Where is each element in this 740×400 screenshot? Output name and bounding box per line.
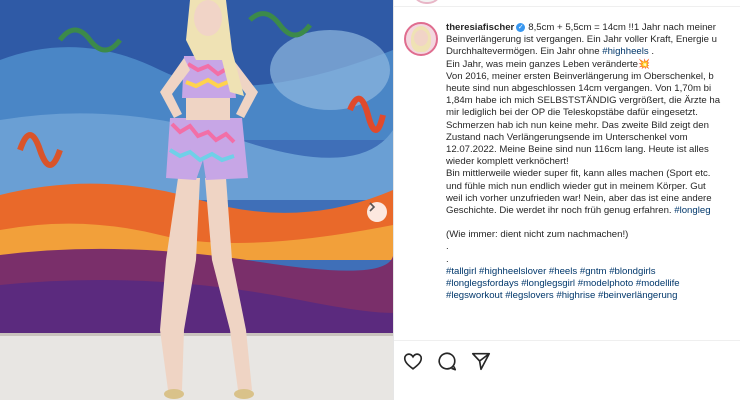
hashtag-link[interactable]: #longlegsfordays #longlegsgirl #modelpho… (446, 278, 680, 289)
caption-line: Von 2016, meiner ersten Beinverlängerung… (446, 70, 714, 82)
caption-line: weil ich vorher unzufrieden war! Nein, a… (446, 192, 712, 204)
username-link[interactable]: theresiafischer (446, 22, 514, 33)
photo-illustration (0, 0, 393, 400)
hashtag-link[interactable]: #longleg (674, 205, 710, 216)
caption-line: Beinverlängerung ist vergangen. Ein Jahr… (446, 34, 717, 46)
caption-line: Schmerzen hab ich nun keine mehr. Das zw… (446, 119, 709, 131)
caption-line: wieder komplett verknöchert! (446, 156, 569, 168)
caption-line: mir lediglich bei der OP die Teleskopstä… (446, 107, 698, 119)
divider (394, 340, 740, 341)
caption-row: theresiafischer ✓ 8,5cm + 5,5cm = 14cm !!1… (404, 22, 740, 302)
post-photo[interactable] (0, 0, 393, 400)
carousel-next-button[interactable] (367, 202, 387, 222)
hashtag-link[interactable]: #highheels (602, 46, 648, 57)
caption-line: theresiafischer ✓ 8,5cm + 5,5cm = 14cm !!1… (446, 22, 716, 33)
caption-line: Zustand nach Verlängerungsende im Unters… (446, 131, 688, 143)
caption-line: Geschichte. Die werdet ihr noch früh gen… (446, 205, 711, 217)
caption-line: und fühle mich nun endlich wieder gut in… (446, 180, 706, 192)
divider (394, 6, 740, 7)
caption-line: 1,84m habe ich mich SELBSTSTÄNDIG vergrö… (446, 95, 721, 107)
caption-line: (Wie immer: dient nicht zum nachmachen!) (446, 229, 629, 241)
caption-line: . (446, 241, 449, 253)
header-avatar[interactable] (412, 0, 442, 4)
caption-line: heute sind nun abgeschlossen 14cm vergan… (446, 83, 712, 95)
caption-line: Bin mittlerweile wieder super fit, kann … (446, 168, 711, 180)
caption-line: #tallgirl #highheelslover #heels #gntm #… (446, 266, 740, 278)
action-bar (402, 350, 492, 372)
comment-icon[interactable] (436, 350, 458, 372)
chevron-right-icon (369, 202, 376, 212)
caption-line: #longlegsfordays #longlegsgirl #modelpho… (446, 278, 740, 290)
hashtag-link[interactable]: #tallgirl #highheelslover #heels #gntm #… (446, 266, 656, 277)
verified-badge-icon: ✓ (516, 22, 526, 32)
post-caption: theresiafischer ✓ 8,5cm + 5,5cm = 14cm !!1… (446, 22, 740, 302)
caption-line: #legsworkout #legslovers #highrise #bein… (446, 290, 740, 302)
instagram-post: theresiafischer ✓ 8,5cm + 5,5cm = 14cm !!1… (0, 0, 740, 400)
caption-line: Durchhaltevermögen. Ein Jahr ohne #highh… (446, 46, 655, 58)
post-sidebar: theresiafischer ✓ 8,5cm + 5,5cm = 14cm !!1… (393, 0, 740, 400)
hashtag-link[interactable]: #legsworkout #legslovers #highrise #bein… (446, 290, 677, 301)
share-icon[interactable] (470, 350, 492, 372)
avatar[interactable] (404, 22, 438, 56)
caption-line (446, 217, 740, 229)
caption-line: Ein Jahr, was mein ganzes Leben veränder… (446, 58, 650, 70)
heart-icon[interactable] (402, 350, 424, 372)
caption-line: 12.07.2022. Meine Beine sind nun 116cm l… (446, 144, 709, 156)
caption-line: . (446, 253, 449, 265)
